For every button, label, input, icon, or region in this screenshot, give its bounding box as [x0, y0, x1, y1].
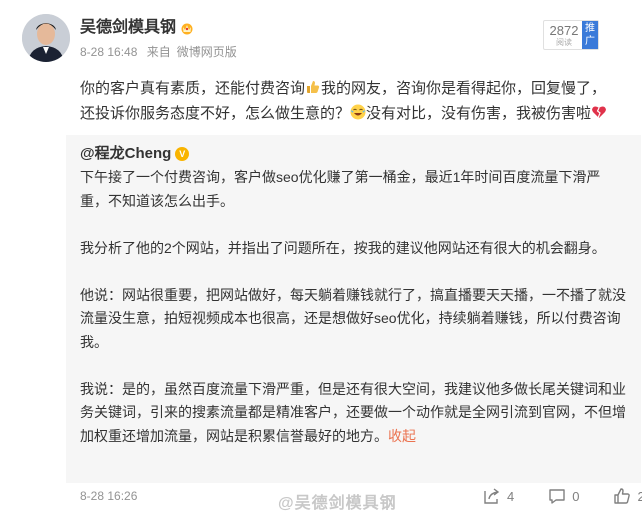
verified-badge-icon: V — [175, 147, 190, 161]
repost-paragraph: 我说：是的，虽然百度流量下滑严重，但是还有很大空间，我建议他多做长尾关键词和业务… — [80, 378, 628, 449]
repost-author[interactable]: @程龙Cheng V — [80, 144, 190, 164]
thumbs-up-emoji-icon — [307, 81, 320, 93]
like-button[interactable]: 2 — [613, 487, 642, 505]
post-text-part3: 没有对比，没有伤害，我被伤害啦 — [366, 105, 592, 122]
view-count: 2872 — [549, 23, 579, 38]
promote-button[interactable]: 推广 — [582, 21, 598, 49]
comment-button[interactable]: 0 — [548, 487, 579, 505]
share-button[interactable]: 4 — [483, 487, 514, 505]
comment-icon — [549, 489, 565, 504]
crying-laugh-emoji-icon — [350, 104, 366, 120]
like-icon — [614, 488, 631, 504]
repost-author-name[interactable]: @程龙Cheng — [80, 144, 171, 164]
repost-paragraph: 下午接了一个付费咨询，客户做seo优化赚了第一桶金，最近1年时间百度流量下滑严重… — [80, 169, 601, 209]
post-text-part1: 你的客户真有素质，还能付费咨询 — [80, 80, 306, 97]
weibo-post-card: 吴德剑模具钢 8-28 16:48 来自 微博网页版 2872 阅读 推广 你的客… — [0, 0, 642, 522]
repost-body: 下午接了一个付费咨询，客户做seo优化赚了第一桶金，最近1年时间百度流量下滑严重… — [80, 166, 628, 448]
post-text: 你的客户真有素质，还能付费咨询 我的网友，咨询你是看得起你，回复慢了，还投诉你服务… — [80, 76, 620, 126]
collapse-link[interactable]: 收起 — [388, 428, 416, 444]
repost-time[interactable]: 8-28 16:26 — [80, 488, 137, 504]
source-prefix: 来自 — [146, 45, 171, 59]
author-name[interactable]: 吴德剑模具钢 — [80, 18, 194, 38]
post-meta: 8-28 16:48 来自 微博网页版 — [80, 44, 243, 60]
post-source: 微博网页版 — [176, 45, 237, 59]
view-count-box: 2872 阅读 推广 — [543, 20, 599, 50]
like-count: 2 — [637, 488, 642, 504]
repost-paragraph: 我分析了他的2个网站，并指出了问题所在，按我的建议他网站还有很大的机会翻身。 — [80, 239, 606, 256]
share-icon — [484, 488, 500, 504]
reposted-content: @程龙Cheng V 下午接了一个付费咨询，客户做seo优化赚了第一桶金，最近1… — [66, 135, 641, 483]
crown-badge-icon — [181, 23, 193, 35]
post-time[interactable]: 8-28 16:48 — [80, 45, 137, 59]
repost-paragraph-text: 我说：是的，虽然百度流量下滑严重，但是还有很大空间，我建议他多做长尾关键词和业务… — [80, 380, 626, 444]
action-bar: 4 0 2 — [483, 486, 642, 506]
broken-heart-emoji-icon — [592, 106, 606, 119]
view-count-label: 阅读 — [556, 38, 572, 47]
repost-paragraph: 他说：网站很重要，把网站做好，每天躺着赚钱就行了，搞直播要天天播，一不播了就没流… — [80, 286, 626, 350]
author-avatar[interactable] — [22, 14, 70, 62]
comment-count: 0 — [572, 488, 580, 504]
share-count: 4 — [507, 488, 515, 504]
weibo-watermark: @吴德剑模具钢 — [278, 495, 397, 512]
author-name-text[interactable]: 吴德剑模具钢 — [80, 18, 176, 38]
